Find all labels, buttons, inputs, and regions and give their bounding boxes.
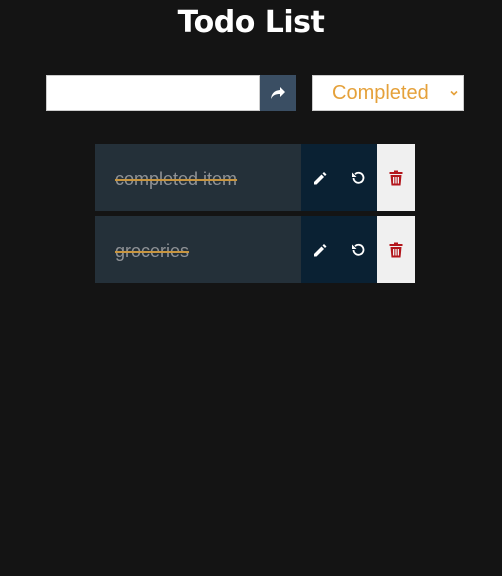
todo-list: completed item groceries <box>95 144 415 288</box>
delete-button[interactable] <box>377 144 415 211</box>
todo-input[interactable] <box>46 75 260 111</box>
undo-icon <box>352 171 365 184</box>
pencil-icon <box>314 171 327 184</box>
filter-selected-value: Completed <box>332 81 429 104</box>
undo-button[interactable] <box>339 144 377 211</box>
edit-button[interactable] <box>301 216 339 283</box>
add-todo-button[interactable] <box>260 75 296 111</box>
todo-item: completed item <box>95 144 415 211</box>
trash-icon <box>389 170 403 185</box>
chevron-down-icon <box>450 90 458 96</box>
todo-text: groceries <box>115 241 190 261</box>
page-title: Todo List <box>177 5 325 40</box>
delete-button[interactable] <box>377 216 415 283</box>
share-arrow-icon <box>271 87 285 99</box>
todo-actions <box>301 144 415 211</box>
pencil-icon <box>314 243 327 256</box>
trash-icon <box>389 242 403 257</box>
todo-item: groceries <box>95 216 415 283</box>
todo-text: completed item <box>115 169 238 189</box>
undo-icon <box>352 243 365 256</box>
todo-actions <box>301 216 415 283</box>
filter-select[interactable]: Completed <box>312 75 464 111</box>
undo-button[interactable] <box>339 216 377 283</box>
edit-button[interactable] <box>301 144 339 211</box>
